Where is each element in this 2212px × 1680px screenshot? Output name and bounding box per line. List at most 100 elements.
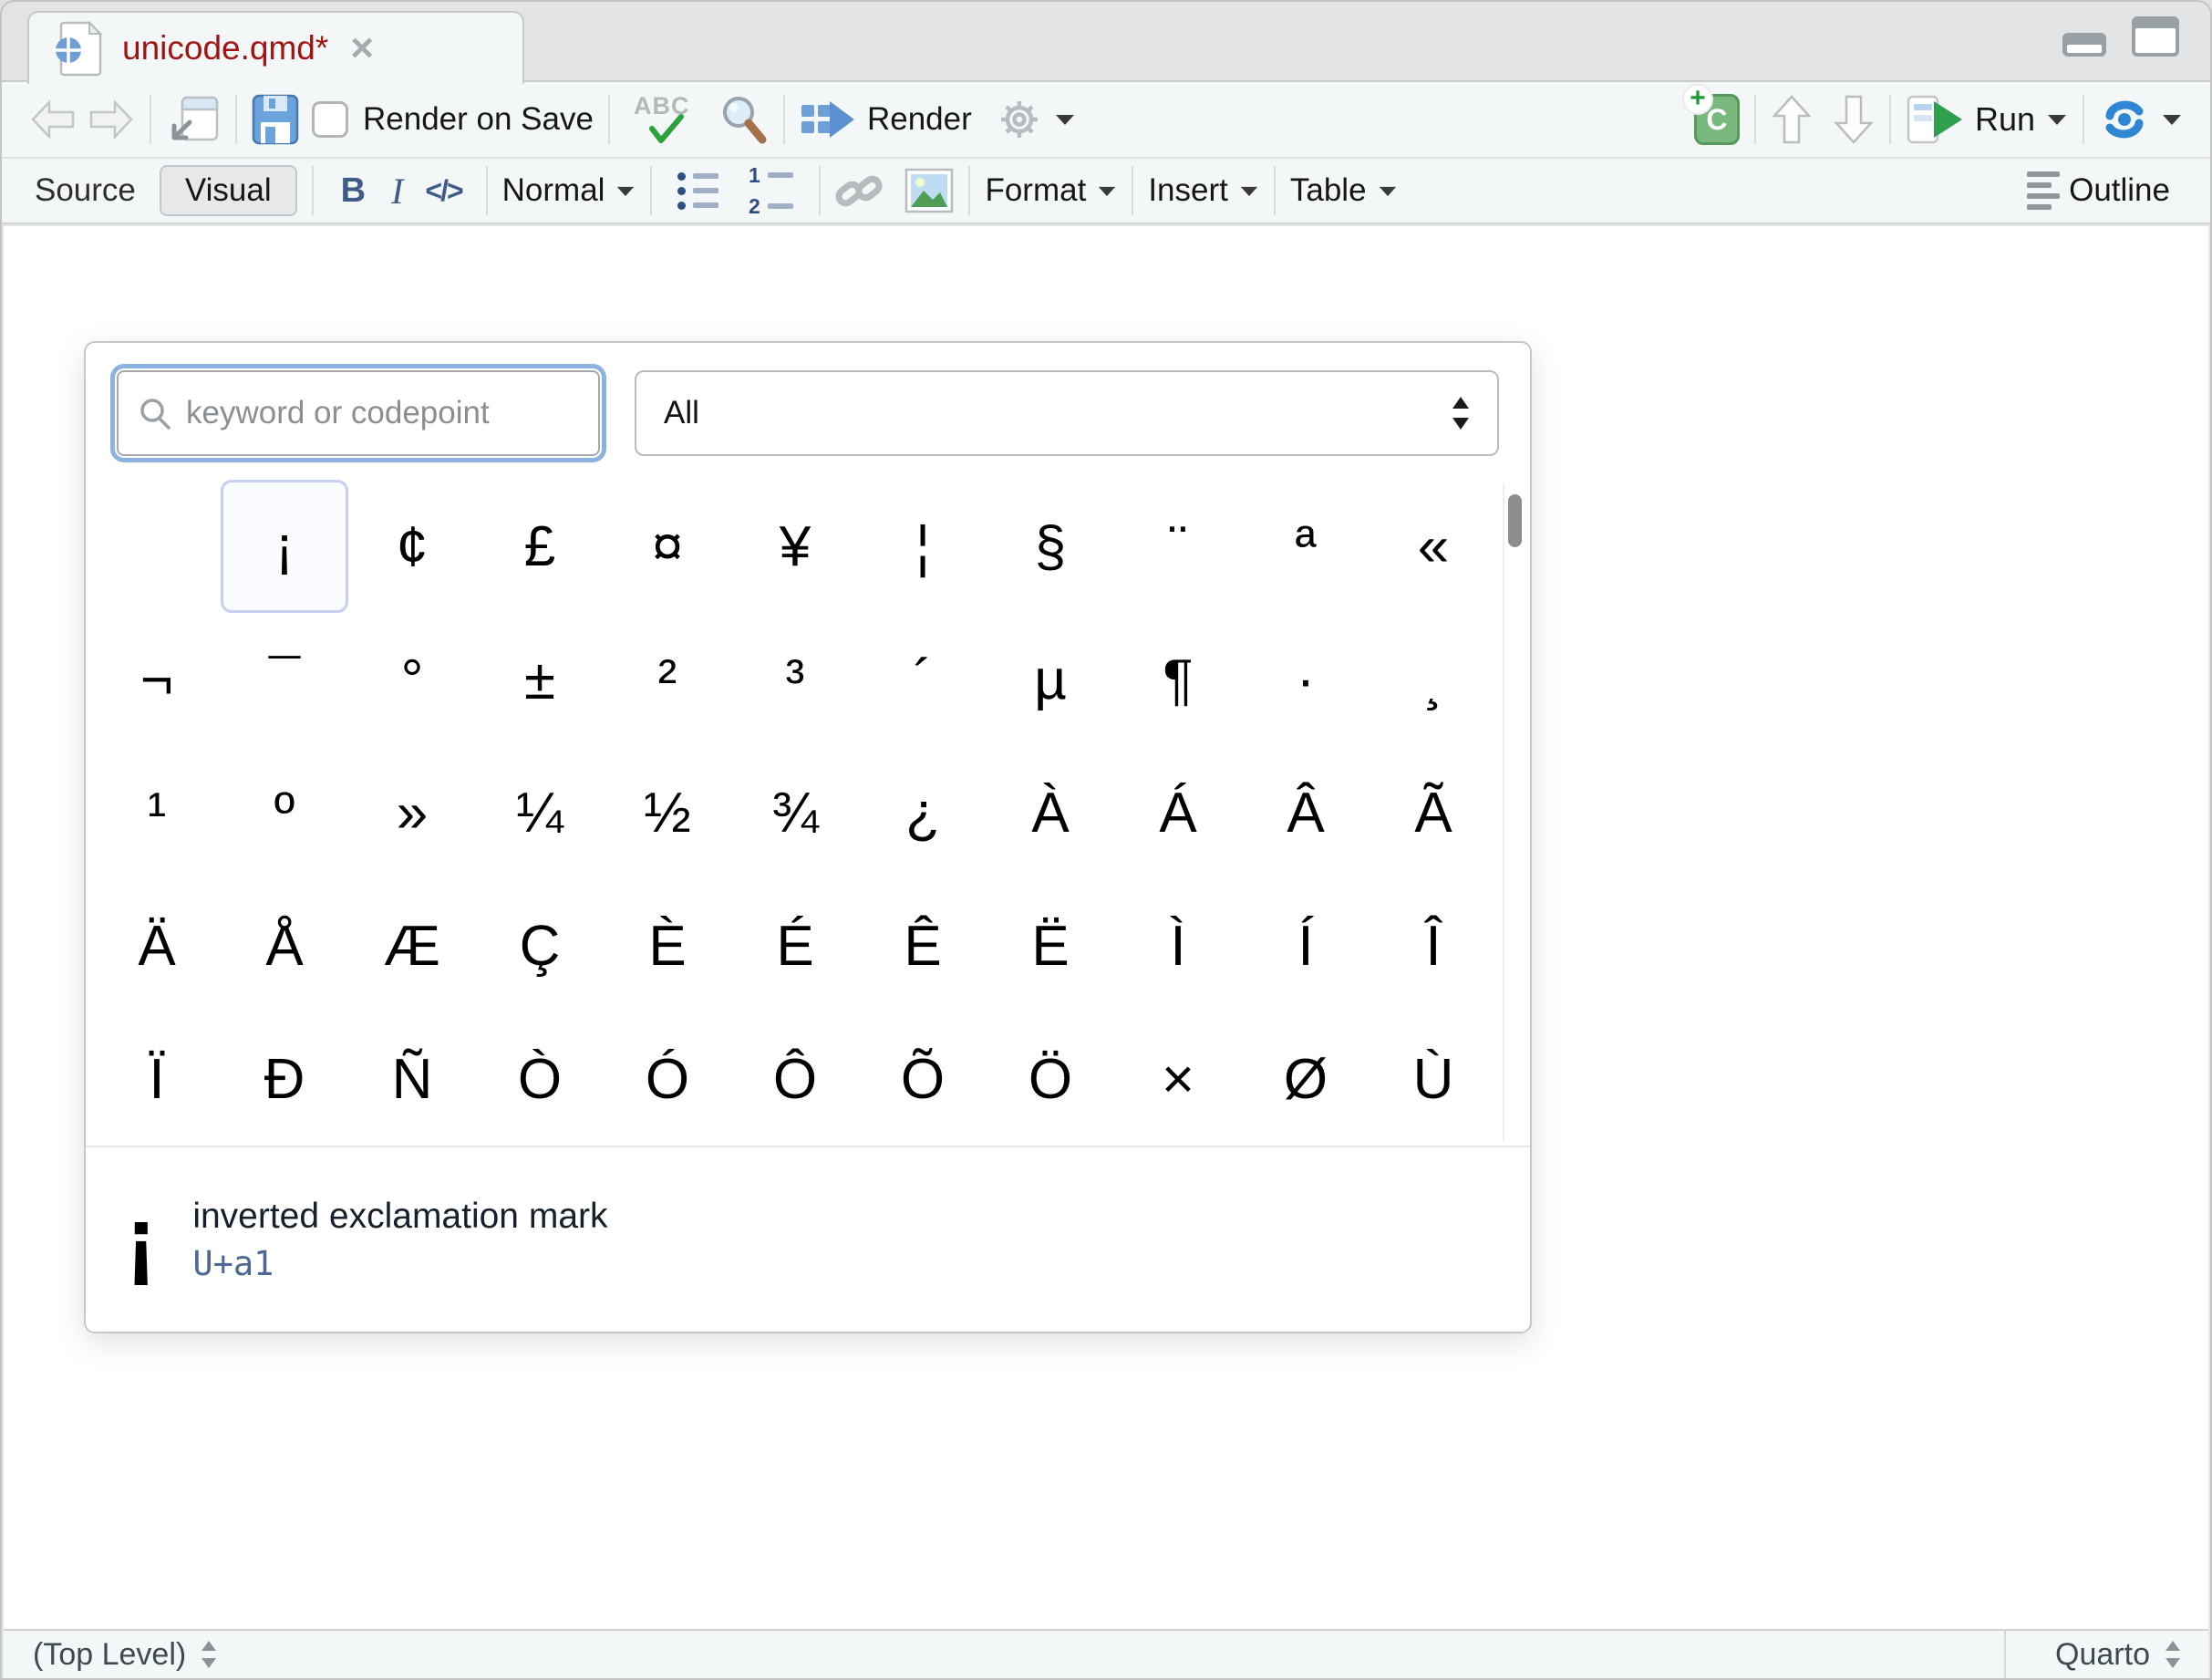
run-icon[interactable] <box>1906 94 1966 145</box>
editor-canvas[interactable]: All ¡¢£¤¥¦§¨ª«¬¯°±²³´µ¶·¸¹º»¼½¾¿ÀÁÂÃÄÅÆÇ… <box>4 226 2208 1629</box>
char-cell[interactable]: ¤ <box>604 480 731 613</box>
chevron-down-icon[interactable] <box>1097 185 1117 197</box>
char-cell[interactable]: ¬ <box>93 613 221 746</box>
search-field[interactable] <box>117 370 600 456</box>
char-cell[interactable]: ¸ <box>1370 613 1497 746</box>
char-cell[interactable]: Ô <box>731 1012 859 1146</box>
char-cell[interactable]: × <box>1114 1012 1242 1146</box>
char-cell[interactable]: ¢ <box>348 480 476 613</box>
popout-icon[interactable] <box>166 93 221 146</box>
char-cell[interactable]: Ó <box>604 1012 731 1146</box>
char-cell[interactable]: ª <box>1242 480 1370 613</box>
search-input[interactable] <box>186 395 578 431</box>
char-cell[interactable]: Ð <box>221 1012 348 1146</box>
char-cell[interactable]: ± <box>476 613 604 746</box>
insert-chunk-icon[interactable]: C + <box>1694 94 1740 145</box>
spellcheck-icon[interactable]: ABC <box>634 92 694 147</box>
char-cell[interactable]: Í <box>1242 879 1370 1012</box>
char-cell[interactable]: À <box>987 746 1114 879</box>
char-cell[interactable] <box>93 480 221 613</box>
numbered-list-icon[interactable]: 1 2 <box>748 163 793 219</box>
scrollbar-track[interactable] <box>1503 483 1523 1142</box>
char-cell[interactable]: Ï <box>93 1012 221 1146</box>
char-cell[interactable]: Ê <box>859 879 987 1012</box>
char-cell[interactable]: ¹ <box>93 746 221 879</box>
chevron-down-icon[interactable] <box>1239 185 1259 197</box>
back-icon[interactable] <box>29 99 78 140</box>
char-cell[interactable]: £ <box>476 480 604 613</box>
insert-menu[interactable]: Insert <box>1148 172 1228 209</box>
char-cell[interactable]: ¶ <box>1114 613 1242 746</box>
char-cell[interactable]: Â <box>1242 746 1370 879</box>
chevron-down-icon[interactable] <box>2161 113 2183 126</box>
outline-toggle[interactable]: Outline <box>2027 171 2177 210</box>
format-menu[interactable]: Format <box>985 172 1086 209</box>
char-cell[interactable]: « <box>1370 480 1497 613</box>
char-cell[interactable]: ½ <box>604 746 731 879</box>
paragraph-style-dropdown[interactable]: Normal <box>502 172 605 209</box>
char-cell[interactable]: Ë <box>987 879 1114 1012</box>
char-cell[interactable]: Á <box>1114 746 1242 879</box>
char-cell[interactable]: ² <box>604 613 731 746</box>
char-cell[interactable]: µ <box>987 613 1114 746</box>
char-cell[interactable]: ° <box>348 613 476 746</box>
char-cell[interactable]: Ñ <box>348 1012 476 1146</box>
save-icon[interactable] <box>252 94 299 145</box>
visual-mode-button[interactable]: Visual <box>160 165 297 216</box>
char-cell[interactable]: Ì <box>1114 879 1242 1012</box>
char-cell[interactable]: É <box>731 879 859 1012</box>
char-cell[interactable]: Î <box>1370 879 1497 1012</box>
char-cell[interactable]: ¼ <box>476 746 604 879</box>
image-icon[interactable] <box>904 168 954 213</box>
chevron-down-icon[interactable] <box>615 185 636 197</box>
char-cell[interactable]: Å <box>221 879 348 1012</box>
scope-selector[interactable]: (Top Level) <box>4 1637 217 1673</box>
char-cell[interactable]: » <box>348 746 476 879</box>
char-cell[interactable]: Ö <box>987 1012 1114 1146</box>
code-button[interactable]: </> <box>425 174 461 208</box>
forward-icon[interactable] <box>86 99 135 140</box>
source-mode-button[interactable]: Source <box>35 172 136 209</box>
char-cell[interactable]: Ç <box>476 879 604 1012</box>
search-document-icon[interactable] <box>719 93 769 146</box>
char-cell[interactable]: Ä <box>93 879 221 1012</box>
scrollbar-thumb[interactable] <box>1508 494 1522 547</box>
char-cell[interactable]: Æ <box>348 879 476 1012</box>
char-cell[interactable]: ¯ <box>221 613 348 746</box>
char-cell[interactable]: ¨ <box>1114 480 1242 613</box>
italic-button[interactable]: I <box>391 170 403 213</box>
block-filter-select[interactable]: All <box>635 370 1499 456</box>
char-cell[interactable]: ³ <box>731 613 859 746</box>
close-icon[interactable]: × <box>350 28 374 68</box>
up-arrow-icon[interactable] <box>1771 93 1813 146</box>
down-arrow-icon[interactable] <box>1833 93 1875 146</box>
char-cell[interactable]: ¥ <box>731 480 859 613</box>
char-cell[interactable]: º <box>221 746 348 879</box>
char-cell[interactable]: ´ <box>859 613 987 746</box>
maximize-icon[interactable] <box>2132 16 2179 57</box>
bold-button[interactable]: B <box>341 171 366 211</box>
char-cell[interactable]: Ã <box>1370 746 1497 879</box>
minimize-icon[interactable] <box>2062 33 2106 57</box>
table-menu[interactable]: Table <box>1290 172 1367 209</box>
bullet-list-icon[interactable] <box>677 172 718 210</box>
tab-unicode-qmd[interactable]: unicode.qmd* × <box>27 11 524 84</box>
char-cell[interactable]: Ò <box>476 1012 604 1146</box>
link-icon[interactable] <box>835 167 884 214</box>
chevron-down-icon[interactable] <box>2046 113 2068 126</box>
char-cell[interactable]: ¿ <box>859 746 987 879</box>
char-cell[interactable]: ¾ <box>731 746 859 879</box>
render-icon[interactable] <box>800 99 856 140</box>
mode-selector[interactable]: Quarto <box>2004 1631 2208 1678</box>
source-document-icon[interactable] <box>2099 98 2150 141</box>
char-cell[interactable]: È <box>604 879 731 1012</box>
char-cell[interactable]: § <box>987 480 1114 613</box>
run-button[interactable]: Run <box>1975 100 2035 139</box>
chevron-down-icon[interactable] <box>1378 185 1398 197</box>
char-cell[interactable]: Ù <box>1370 1012 1497 1146</box>
char-cell-selected[interactable]: ¡ <box>221 480 348 613</box>
chevron-down-icon[interactable] <box>1054 113 1076 126</box>
char-cell[interactable]: Ø <box>1242 1012 1370 1146</box>
render-on-save-checkbox[interactable] <box>312 101 348 138</box>
render-button[interactable]: Render <box>867 101 972 138</box>
